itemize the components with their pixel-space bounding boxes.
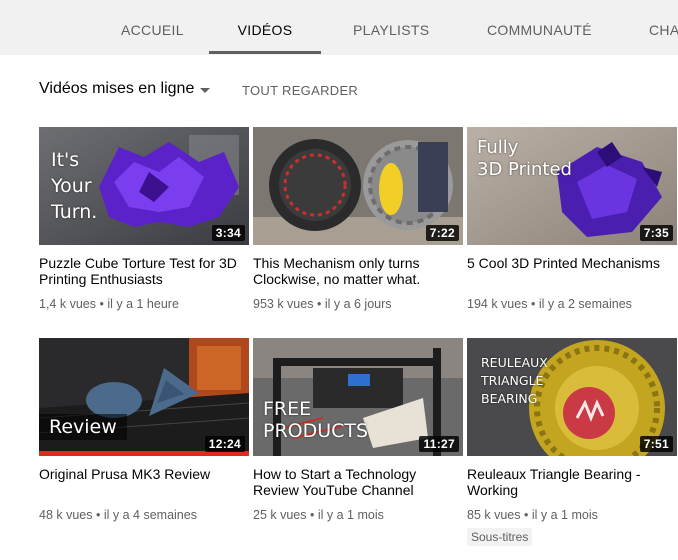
thumbnail-overlay-text: Review	[39, 414, 127, 440]
meta-separator: •	[524, 508, 532, 522]
video-thumbnail[interactable]: FREE PRODUCTS 11:27	[253, 338, 463, 456]
uploads-header: Vidéos mises en ligne TOUT REGARDER	[0, 55, 678, 127]
video-card[interactable]: Review 12:24 Original Prusa MK3 Review 4…	[39, 338, 249, 522]
view-count: 953 k vues	[253, 297, 314, 311]
upload-age: il y a 1 mois	[317, 508, 384, 522]
video-metadata: 48 k vues • il y a 4 semaines	[39, 508, 249, 522]
tab-home[interactable]: ACCUEIL	[121, 0, 183, 55]
video-metadata: 85 k vues • il y a 1 mois	[467, 508, 677, 522]
video-metadata: 1,4 k vues • il y a 1 heure	[39, 297, 249, 311]
caret-down-icon[interactable]	[200, 88, 210, 93]
thumbnail-overlay-text: REULEAUX TRIANGLE BEARING	[481, 355, 548, 406]
upload-age: il y a 2 semaines	[538, 297, 632, 311]
watch-all-button[interactable]: TOUT REGARDER	[242, 83, 358, 98]
video-title[interactable]: This Mechanism only turns Clockwise, no …	[253, 255, 463, 287]
video-duration: 3:34	[211, 225, 245, 241]
video-metadata: 953 k vues • il y a 6 jours	[253, 297, 463, 311]
view-count: 48 k vues	[39, 508, 93, 522]
video-duration: 7:35	[639, 225, 673, 241]
upload-age: il y a 4 semaines	[103, 508, 197, 522]
meta-separator: •	[96, 508, 104, 522]
upload-age: il y a 1 heure	[107, 297, 179, 311]
video-thumbnail[interactable]: It's Your Turn. 3:34	[39, 127, 249, 245]
video-thumbnail[interactable]: 7:22	[253, 127, 463, 245]
thumbnail-overlay-text: Fully 3D Printed	[477, 137, 572, 180]
video-duration: 7:22	[425, 225, 459, 241]
tab-channels[interactable]: CHA	[649, 0, 678, 55]
video-metadata: 25 k vues • il y a 1 mois	[253, 508, 463, 522]
tab-videos[interactable]: VIDÉOS	[209, 0, 321, 55]
view-count: 1,4 k vues	[39, 297, 96, 311]
tab-playlists[interactable]: PLAYLISTS	[353, 0, 429, 55]
video-card[interactable]: It's Your Turn. 3:34 Puzzle Cube Torture…	[39, 127, 249, 311]
video-card[interactable]: FREE PRODUCTS 11:27 How to Start a Techn…	[253, 338, 463, 522]
video-card[interactable]: REULEAUX TRIANGLE BEARING 7:51 Reuleaux …	[467, 338, 677, 546]
video-title[interactable]: Original Prusa MK3 Review	[39, 466, 249, 498]
view-count: 194 k vues	[467, 297, 528, 311]
channel-tab-bar: ACCUEIL VIDÉOS PLAYLISTS COMMUNAUTÉ CHA	[0, 0, 678, 55]
tab-community[interactable]: COMMUNAUTÉ	[487, 0, 592, 55]
video-card[interactable]: Fully 3D Printed 7:35 5 Cool 3D Printed …	[467, 127, 677, 311]
uploads-sort-dropdown[interactable]: Vidéos mises en ligne	[39, 80, 194, 98]
video-title[interactable]: How to Start a Technology Review YouTube…	[253, 466, 463, 498]
video-card[interactable]: 7:22 This Mechanism only turns Clockwise…	[253, 127, 463, 311]
video-thumbnail[interactable]: Review 12:24	[39, 338, 249, 456]
video-duration: 12:24	[204, 436, 245, 452]
thumbnail-overlay-text: It's Your Turn.	[51, 149, 98, 223]
video-thumbnail[interactable]: Fully 3D Printed 7:35	[467, 127, 677, 245]
video-title[interactable]: 5 Cool 3D Printed Mechanisms	[467, 255, 677, 287]
upload-age: il y a 1 mois	[531, 508, 598, 522]
video-title[interactable]: Puzzle Cube Torture Test for 3D Printing…	[39, 255, 249, 287]
video-duration: 7:51	[639, 436, 673, 452]
video-thumbnail[interactable]: REULEAUX TRIANGLE BEARING 7:51	[467, 338, 677, 456]
thumbnail-overlay-text: FREE PRODUCTS	[263, 398, 369, 442]
video-metadata: 194 k vues • il y a 2 semaines	[467, 297, 677, 311]
subtitles-badge: Sous-titres	[467, 528, 533, 546]
video-duration: 11:27	[419, 436, 459, 452]
view-count: 85 k vues	[467, 508, 521, 522]
meta-separator: •	[310, 508, 318, 522]
meta-separator: •	[316, 297, 325, 311]
video-title[interactable]: Reuleaux Triangle Bearing - Working	[467, 466, 677, 498]
upload-age: il y a 6 jours	[324, 297, 392, 311]
active-tab-indicator	[209, 51, 321, 54]
view-count: 25 k vues	[253, 508, 307, 522]
meta-separator: •	[530, 297, 539, 311]
